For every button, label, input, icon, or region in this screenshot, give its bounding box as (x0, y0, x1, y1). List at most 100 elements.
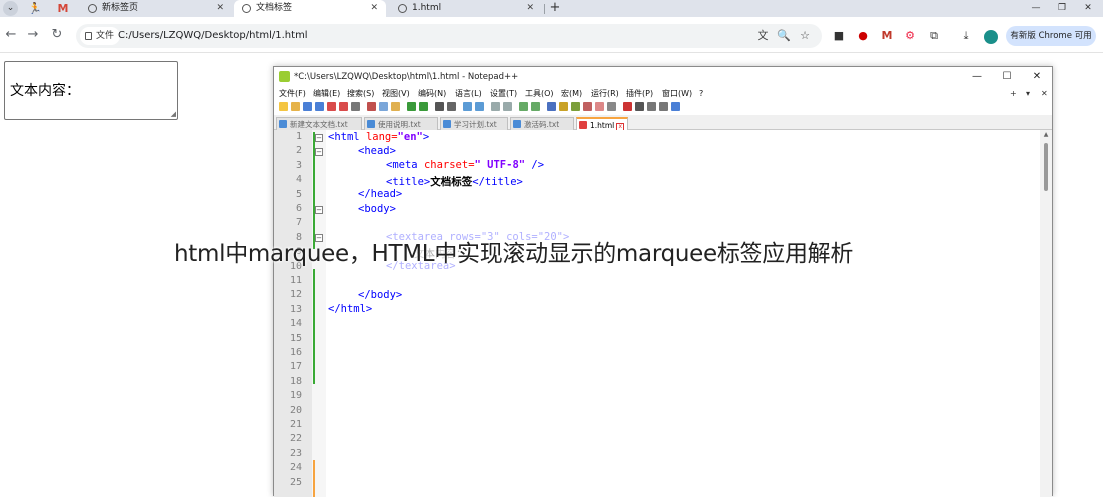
extension-m-icon[interactable]: M (879, 29, 895, 43)
undo-icon[interactable] (407, 102, 416, 111)
save-icon[interactable] (303, 102, 312, 111)
menu-window[interactable]: 窗口(W) (662, 87, 692, 100)
save-all-icon[interactable] (315, 102, 324, 111)
file-tab[interactable]: 学习计划.txt (440, 117, 508, 130)
menu-view[interactable]: 视图(V) (382, 87, 410, 100)
redo-icon[interactable] (419, 102, 428, 111)
restore-button[interactable]: ❐ (1050, 0, 1074, 17)
pinned-tab-gmail-icon[interactable]: M (52, 1, 74, 16)
new-file-icon[interactable] (279, 102, 288, 111)
print-icon[interactable] (351, 102, 360, 111)
save-macro-icon[interactable] (671, 102, 680, 111)
code-line: </html> (328, 303, 373, 315)
paste-icon[interactable] (391, 102, 400, 111)
monitor-icon[interactable] (607, 102, 616, 111)
unsaved-file-icon (579, 121, 587, 129)
menu-run[interactable]: 运行(R) (591, 87, 619, 100)
sync-hscroll-icon[interactable] (503, 102, 512, 111)
menu-close-button[interactable]: ✕ (1041, 87, 1048, 100)
pinned-tab-runner-icon[interactable]: 🏃 (24, 1, 46, 16)
scroll-up-icon[interactable]: ▲ (1040, 130, 1052, 140)
tab-document[interactable]: 文档标签 ✕ (234, 0, 386, 17)
menu-help[interactable]: ? (699, 87, 703, 100)
close-icon[interactable]: ✕ (526, 0, 534, 17)
scrollbar-thumb[interactable] (1044, 143, 1048, 191)
close-file-icon[interactable] (327, 102, 336, 111)
back-button[interactable]: ← (2, 26, 20, 44)
menu-edit[interactable]: 编辑(E) (313, 87, 340, 100)
file-tab[interactable]: 使用说明.txt (364, 117, 438, 130)
url-text[interactable]: C:/Users/LZQWQ/Desktop/html/1.html (118, 24, 308, 48)
stop-macro-icon[interactable] (635, 102, 644, 111)
fold-marker-icon[interactable]: − (315, 206, 323, 214)
extension-record-icon[interactable]: ● (855, 29, 871, 43)
notepad-minimize-button[interactable]: — (962, 67, 992, 87)
menu-language[interactable]: 语言(L) (455, 87, 482, 100)
zoom-in-icon[interactable] (463, 102, 472, 111)
menu-add-button[interactable]: + (1010, 87, 1017, 100)
play-macro-icon[interactable] (647, 102, 656, 111)
copy-icon[interactable] (379, 102, 388, 111)
extension-gear-icon[interactable]: ⚙ (902, 29, 918, 43)
extensions-puzzle-icon[interactable]: ⧉ (926, 29, 942, 43)
tab-search-button[interactable]: ⌄ (3, 1, 18, 16)
profile-avatar[interactable] (984, 30, 998, 44)
zoom-icon[interactable]: 🔍 (777, 29, 791, 43)
lang-icon[interactable] (559, 102, 568, 111)
close-window-button[interactable]: ✕ (1076, 0, 1100, 17)
bookmark-star-icon[interactable]: ☆ (798, 29, 812, 43)
extension-square-icon[interactable]: ■ (831, 29, 847, 43)
find-icon[interactable] (435, 102, 444, 111)
replace-icon[interactable] (447, 102, 456, 111)
translate-icon[interactable]: 文 (756, 29, 770, 43)
sync-scroll-icon[interactable] (491, 102, 500, 111)
address-bar[interactable]: 文件 C:/Users/LZQWQ/Desktop/html/1.html 文 … (76, 24, 822, 48)
notepad-close-button[interactable]: ✕ (1022, 67, 1052, 87)
reload-button[interactable]: ↻ (48, 26, 66, 44)
line-number: 11 (289, 275, 302, 286)
cut-icon[interactable] (367, 102, 376, 111)
line-number: 23 (289, 447, 302, 459)
page-textarea[interactable]: 文本内容： ◢ (4, 61, 178, 120)
new-tab-button[interactable]: + (548, 0, 562, 17)
menu-encoding[interactable]: 编码(N) (418, 87, 446, 100)
fold-marker-icon[interactable]: − (315, 134, 323, 142)
line-number: 12 (289, 289, 302, 301)
folder-workspace-icon[interactable] (595, 102, 604, 111)
update-chrome-button[interactable]: 有新版 Chrome 可用 (1006, 26, 1096, 46)
menu-macro[interactable]: 宏(M) (561, 87, 582, 100)
close-icon[interactable]: ✕ (216, 0, 224, 17)
minimize-button[interactable]: — (1024, 0, 1048, 17)
menu-dropdown-button[interactable]: ▾ (1026, 87, 1030, 100)
vertical-scrollbar[interactable]: ▲ (1040, 130, 1052, 497)
close-icon[interactable]: ✕ (370, 0, 378, 17)
forward-button[interactable]: → (24, 26, 42, 44)
file-tab[interactable]: 新建文本文档.txt (276, 117, 362, 130)
doc-map-icon[interactable] (571, 102, 580, 111)
notepad-maximize-button[interactable]: ☐ (992, 67, 1022, 87)
menu-tools[interactable]: 工具(O) (525, 87, 554, 100)
record-macro-icon[interactable] (623, 102, 632, 111)
show-all-chars-icon[interactable] (531, 102, 540, 111)
menu-search[interactable]: 搜索(S) (347, 87, 374, 100)
function-list-icon[interactable] (583, 102, 592, 111)
play-multi-icon[interactable] (659, 102, 668, 111)
menu-file[interactable]: 文件(F) (279, 87, 306, 100)
file-tab[interactable]: 激活码.txt (510, 117, 574, 130)
indent-guide-icon[interactable] (547, 102, 556, 111)
resize-grip-icon[interactable]: ◢ (171, 111, 176, 118)
menu-plugins[interactable]: 插件(P) (626, 87, 653, 100)
download-icon[interactable]: ⤓ (958, 29, 974, 43)
tab-new-tab[interactable]: 新标签页 ✕ (80, 0, 232, 17)
fold-marker-icon[interactable]: − (315, 148, 323, 156)
close-all-icon[interactable] (339, 102, 348, 111)
menu-settings[interactable]: 设置(T) (490, 87, 517, 100)
tab-1-html[interactable]: 1.html ✕ (390, 0, 542, 17)
zoom-out-icon[interactable] (475, 102, 484, 111)
open-file-icon[interactable] (291, 102, 300, 111)
word-wrap-icon[interactable] (519, 102, 528, 111)
page-info-chip[interactable]: 文件 (80, 27, 121, 45)
file-tab-active[interactable]: 1.html x (576, 117, 628, 130)
code-editor[interactable]: 1 2 3 4 5 6 7 8 9 10 11 12 13 14 15 16 17 18 19 20 21 22 23 24 2… (274, 130, 1052, 497)
close-icon[interactable]: x (616, 123, 625, 130)
